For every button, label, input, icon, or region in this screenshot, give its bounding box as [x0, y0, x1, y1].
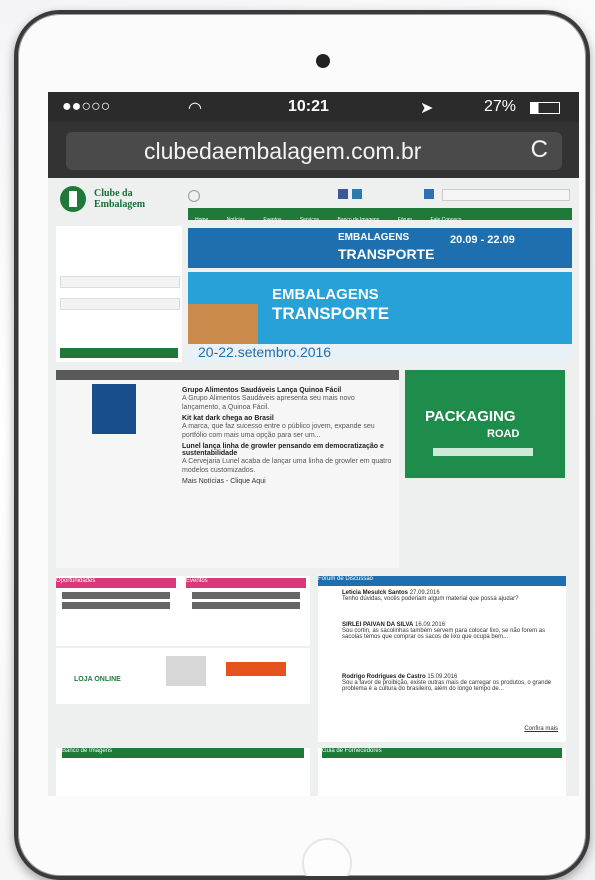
nav-item[interactable]: Fórum: [398, 217, 412, 223]
linkedin-icon[interactable]: [352, 189, 362, 199]
oport-button-1[interactable]: [62, 592, 170, 599]
banner1-dates: 20.09 - 22.09: [450, 234, 515, 246]
logo-icon: [60, 186, 86, 212]
forum-text: Sou cortin, as sacolinhas também servem …: [342, 628, 546, 640]
battery-icon: [530, 102, 560, 114]
search-input[interactable]: [442, 189, 570, 201]
image-bank-panel: Banco de Imagens: [56, 748, 310, 796]
password-field[interactable]: [60, 298, 180, 310]
front-camera: [316, 54, 330, 68]
news-desc: A Grupo Alimentos Saudáveis apresenta se…: [182, 395, 355, 411]
news-headline[interactable]: Lunel lança linha de growler pensando em…: [182, 443, 392, 457]
bank-header: Banco de Imagens: [62, 748, 304, 758]
news-panel: Grupo Alimentos Saudáveis Lança Quinoa F…: [56, 370, 399, 568]
main-nav: Home Notícias Eventos Serviços Banco de …: [188, 208, 572, 223]
store-cta-button[interactable]: [226, 662, 286, 676]
battery-percent: 27%: [484, 98, 517, 115]
site-logo[interactable]: Clube da Embalagem: [60, 184, 180, 222]
pack-road: ROAD: [487, 428, 520, 440]
forum-item[interactable]: Rodrigo Rodrigues de Castro 15.09.2016 S…: [342, 674, 562, 692]
guia-title: Guia de Fornecedores: [322, 748, 382, 754]
oport-button-2[interactable]: [62, 602, 170, 609]
status-bar: ●●○○○ ◠ 10:21 ➤ 27%: [48, 92, 579, 122]
address-bar[interactable]: clubedaembalagem.com.br C: [66, 132, 562, 170]
logo-text-line1: Clube da: [94, 188, 133, 199]
news-header-bar: [56, 370, 399, 380]
opportunities-panel: Oportunidades Eventos: [56, 576, 310, 646]
browser-toolbar: clubedaembalagem.com.br C: [48, 122, 579, 178]
suppliers-guide-panel: Guia de Fornecedores: [318, 748, 566, 796]
logo-text-line2: Embalagem: [94, 199, 146, 210]
forum-item[interactable]: SIRLEI PAIVAN DA SILVA 16.09.2016 Sou co…: [342, 622, 562, 640]
online-store-banner[interactable]: LOJA ONLINE: [56, 648, 310, 704]
home-button[interactable]: [302, 838, 352, 876]
nav-item[interactable]: Notícias: [227, 217, 245, 223]
forum-item[interactable]: Leticia Mesulck Santos 27.09.2016 Tenho …: [342, 590, 562, 602]
oport-tag: Oportunidades: [56, 578, 176, 588]
banner2-title: EMBALAGENS: [272, 286, 379, 303]
reload-icon[interactable]: C: [531, 136, 548, 164]
news-headline[interactable]: Kit kat dark chega ao Brasil: [182, 415, 392, 422]
news-thumbnail[interactable]: [92, 384, 136, 434]
eventos-tag: Eventos: [186, 578, 306, 588]
login-promo-text: [60, 230, 170, 250]
eventos-button-2[interactable]: [192, 602, 300, 609]
login-panel: [56, 226, 182, 362]
signal-indicator: ●●○○○: [62, 98, 111, 115]
web-page: Clube da Embalagem Home Notícias Eventos…: [48, 178, 579, 796]
news-desc: A marca, que faz sucesso entre o público…: [182, 423, 375, 439]
tablet-screen: ●●○○○ ◠ 10:21 ➤ 27% clubedaembalagem.com…: [48, 92, 579, 796]
login-button[interactable]: [60, 348, 178, 358]
bank-title: Banco de Imagens: [62, 748, 113, 754]
nav-item[interactable]: Serviços: [300, 217, 319, 223]
banner2-sub: TRANSPORTE: [272, 304, 390, 323]
loja-label: LOJA ONLINE: [74, 676, 121, 683]
newsletter-icon[interactable]: [424, 189, 434, 199]
facebook-icon[interactable]: [338, 189, 348, 199]
more-news-link[interactable]: Mais Notícias - Clique Aqui: [182, 478, 392, 485]
packaging-road-banner[interactable]: PACKAGING ROAD: [405, 370, 565, 478]
nav-item[interactable]: Eventos: [263, 217, 281, 223]
banner1-title: EMBALAGENS: [338, 232, 410, 243]
forum-text: Sou a favor de proibição, existe outras …: [342, 680, 552, 692]
location-icon: ➤: [420, 100, 434, 117]
forum-panel: Fórum de Discussão Leticia Mesulck Santo…: [318, 576, 566, 742]
header-utilities: [188, 186, 573, 206]
nav-item[interactable]: Fale Conosco: [431, 217, 462, 223]
news-desc: A Cervejaria Lunel acaba de lançar uma l…: [182, 458, 392, 474]
forum-title: Fórum de Discussão: [318, 576, 374, 582]
eventos-button-1[interactable]: [192, 592, 300, 599]
news-headline[interactable]: Grupo Alimentos Saudáveis Lança Quinoa F…: [182, 387, 392, 394]
search-icon[interactable]: [188, 190, 200, 202]
nav-item[interactable]: Banco de Imagens: [337, 217, 379, 223]
url-text: clubedaembalagem.com.br: [144, 138, 422, 164]
forum-text: Tenho dúvidas, vocês poderiam algum mate…: [342, 596, 519, 602]
guia-header: Guia de Fornecedores: [322, 748, 562, 758]
store-product-image: [166, 656, 206, 686]
forum-header: Fórum de Discussão: [318, 576, 566, 586]
banner2-date: 20-22.setembro.2016: [198, 344, 332, 360]
clock: 10:21: [288, 98, 329, 115]
event-banner-main[interactable]: EMBALAGENS TRANSPORTE 20-22.setembro.201…: [188, 272, 572, 364]
event-banner-top[interactable]: EMBALAGENS TRANSPORTE 20.09 - 22.09: [188, 228, 572, 268]
pack-button[interactable]: [433, 448, 533, 456]
wifi-icon: ◠: [188, 100, 202, 117]
nav-item[interactable]: Home: [195, 217, 208, 223]
forum-more-link[interactable]: Confira mais: [524, 726, 558, 732]
news-list: Grupo Alimentos Saudáveis Lança Quinoa F…: [182, 384, 392, 485]
pack-title: PACKAGING: [425, 408, 516, 425]
banner1-sub: TRANSPORTE: [338, 246, 435, 262]
email-field[interactable]: [60, 276, 180, 288]
